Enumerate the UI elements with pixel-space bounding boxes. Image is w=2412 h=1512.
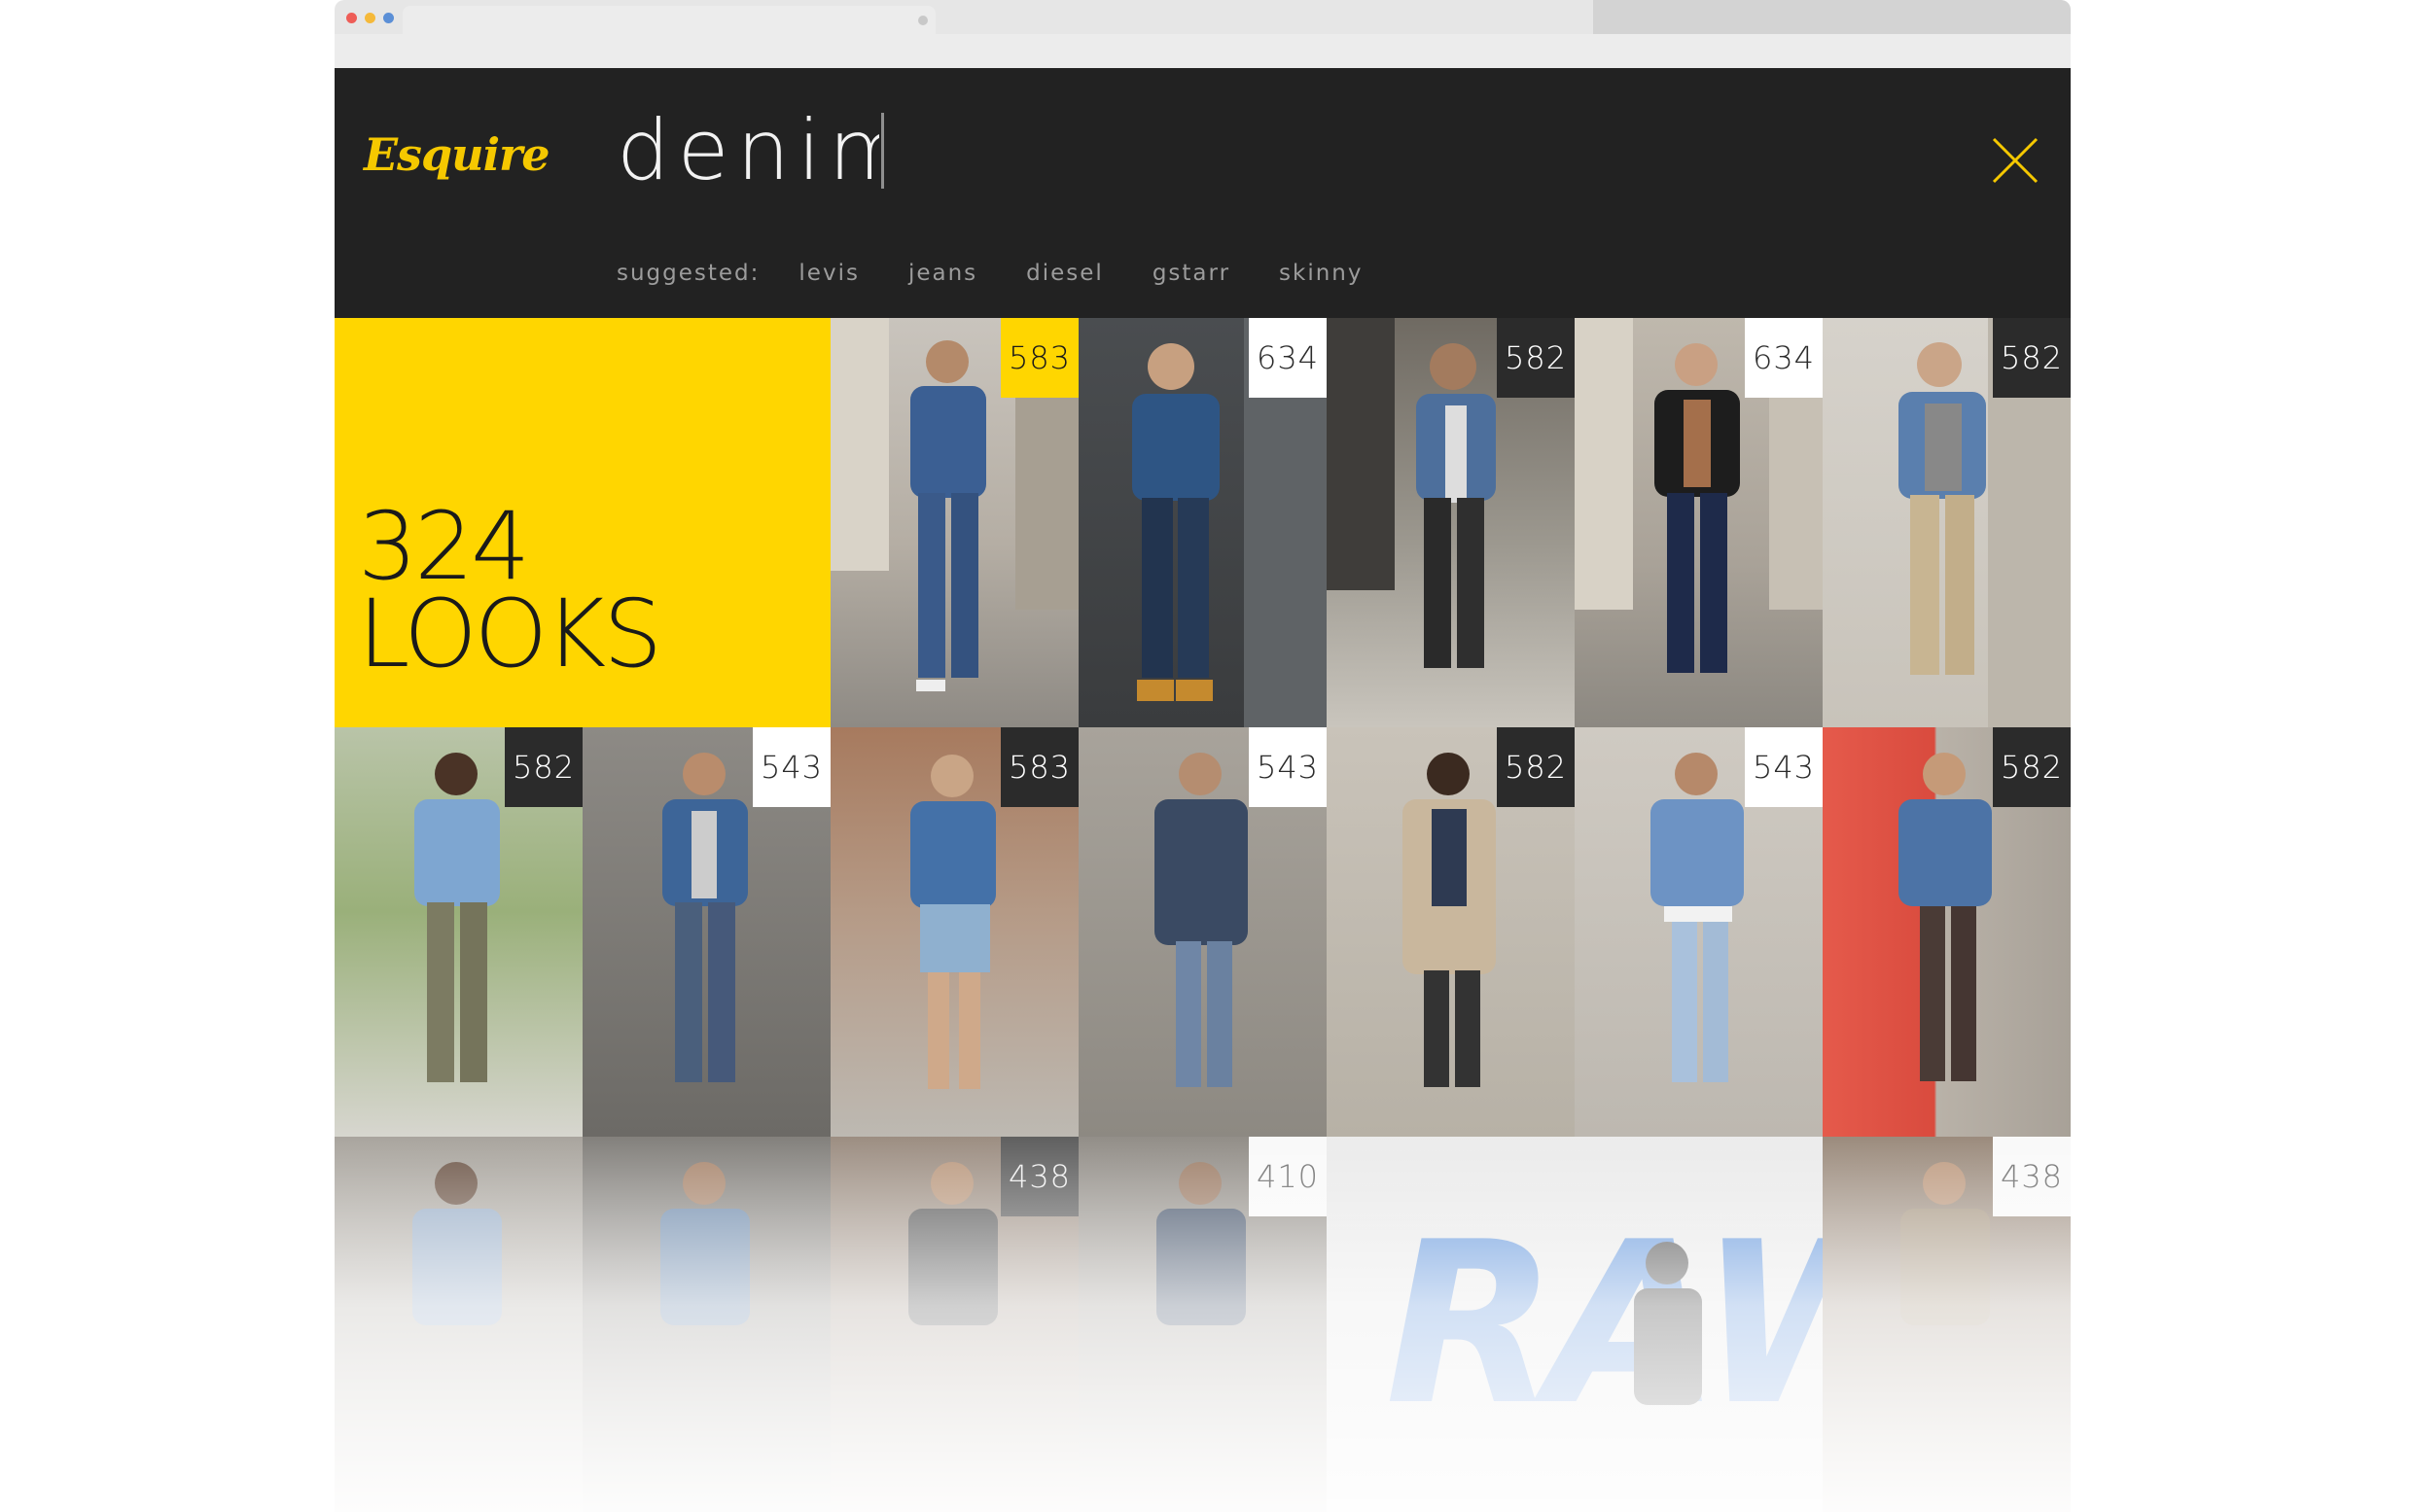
results-unit: LOOKS [358, 580, 662, 688]
look-tile[interactable] [335, 1137, 583, 1512]
results-count: 324 LOOKS [358, 492, 662, 688]
person-figure [412, 1162, 502, 1325]
view-count-badge: 543 [1249, 727, 1327, 807]
view-count-badge: 583 [1001, 727, 1079, 807]
browser-chrome [335, 0, 2071, 68]
look-tile[interactable]: 582 [1327, 727, 1575, 1137]
window-controls [346, 13, 394, 23]
tab-close-icon[interactable] [918, 16, 928, 25]
look-tile[interactable]: 543 [1079, 727, 1327, 1137]
search-header: Esquire suggested: levis jeans diesel gs… [335, 68, 2071, 318]
view-count-badge: 438 [1993, 1137, 2071, 1216]
browser-tab[interactable] [403, 6, 936, 35]
look-tile[interactable]: 438 [1823, 1137, 2071, 1512]
view-count-badge: 582 [1497, 727, 1575, 807]
look-tile[interactable]: 582 [1823, 318, 2071, 727]
view-count-badge: 410 [1249, 1137, 1327, 1216]
view-count-badge: 634 [1745, 318, 1823, 398]
suggestion-skinny[interactable]: skinny [1279, 261, 1363, 286]
close-search-button[interactable] [1991, 136, 2040, 185]
view-count-badge: 543 [1745, 727, 1823, 807]
suggestion-gstarr[interactable]: gstarr [1153, 261, 1230, 286]
search-input[interactable] [617, 102, 879, 199]
suggested-searches: suggested: levis jeans diesel gstarr ski… [617, 261, 1412, 286]
view-count-badge: 582 [1993, 318, 2071, 398]
look-tile[interactable]: 410 [1079, 1137, 1327, 1512]
look-tile[interactable]: 543 [1575, 727, 1823, 1137]
look-tile[interactable]: 634 [1575, 318, 1823, 727]
maximize-window-button[interactable] [383, 13, 394, 23]
look-tile[interactable]: 582 [1327, 318, 1575, 727]
look-tile[interactable]: 582 [335, 727, 583, 1137]
view-count-badge: 438 [1001, 1137, 1079, 1216]
look-tile[interactable]: 583 [831, 727, 1079, 1137]
looks-grid: 324 LOOKS 583 634 582 634 582 582 543 58… [335, 318, 2071, 1512]
look-tile[interactable]: 438 [831, 1137, 1079, 1512]
text-caret [881, 113, 884, 189]
view-count-badge: 582 [1993, 727, 2071, 807]
gstar-raw-ad-tile[interactable]: RAW [1327, 1137, 1823, 1512]
view-count-badge: 543 [753, 727, 831, 807]
look-tile[interactable]: 582 [1823, 727, 2071, 1137]
suggested-label: suggested: [617, 261, 761, 286]
esquire-logo[interactable]: Esquire [364, 128, 550, 181]
suggestion-diesel[interactable]: diesel [1026, 261, 1104, 286]
view-count-badge: 582 [1497, 318, 1575, 398]
look-tile[interactable]: 634 [1079, 318, 1327, 727]
look-tile[interactable]: 543 [583, 727, 831, 1137]
view-count-badge: 583 [1001, 318, 1079, 398]
address-bar[interactable] [335, 34, 2071, 68]
close-window-button[interactable] [346, 13, 357, 23]
look-tile[interactable] [583, 1137, 831, 1512]
person-figure [1634, 1242, 1702, 1405]
look-tile[interactable]: 583 [831, 318, 1079, 727]
close-icon [1992, 137, 2039, 184]
browser-tab-inactive[interactable] [1593, 0, 2071, 34]
person-figure [660, 1162, 750, 1325]
search-box[interactable] [617, 102, 884, 199]
suggestion-levis[interactable]: levis [798, 261, 860, 286]
view-count-badge: 582 [505, 727, 583, 807]
results-count-tile: 324 LOOKS [335, 318, 831, 727]
minimize-window-button[interactable] [365, 13, 375, 23]
view-count-badge: 634 [1249, 318, 1327, 398]
suggestion-jeans[interactable]: jeans [908, 261, 977, 286]
results-number: 324 [358, 492, 530, 601]
browser-window: Esquire suggested: levis jeans diesel gs… [335, 0, 2071, 1512]
